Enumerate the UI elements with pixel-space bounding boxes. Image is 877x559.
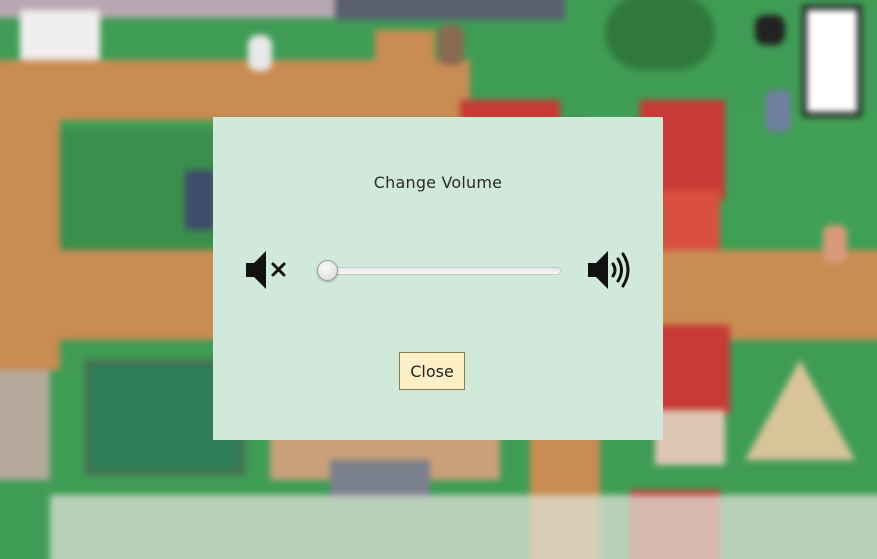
house-wall	[660, 190, 720, 250]
npc-character	[823, 225, 847, 263]
slider-track[interactable]	[317, 267, 561, 275]
tree	[605, 0, 715, 70]
market-sign	[330, 460, 430, 500]
building-wall	[335, 0, 565, 20]
dirt-path	[375, 30, 435, 120]
house-roof	[655, 325, 730, 415]
volume-mute-icon[interactable]	[245, 250, 289, 290]
sign-board	[802, 5, 862, 117]
fence	[20, 10, 100, 60]
house-wall	[655, 410, 725, 465]
close-button[interactable]: Close	[399, 352, 465, 390]
npc-character	[248, 35, 272, 71]
lantern	[755, 15, 785, 45]
slider-thumb[interactable]	[317, 260, 338, 281]
npc-character	[438, 25, 464, 65]
volume-max-icon[interactable]	[587, 249, 633, 291]
signpost	[185, 170, 215, 230]
stone-wall	[0, 370, 50, 480]
npc-character	[765, 90, 791, 132]
market-stalls	[50, 495, 877, 559]
dialog-title: Change Volume	[373, 173, 503, 192]
volume-slider[interactable]	[317, 260, 561, 281]
volume-dialog: Change Volume Close	[213, 117, 663, 440]
